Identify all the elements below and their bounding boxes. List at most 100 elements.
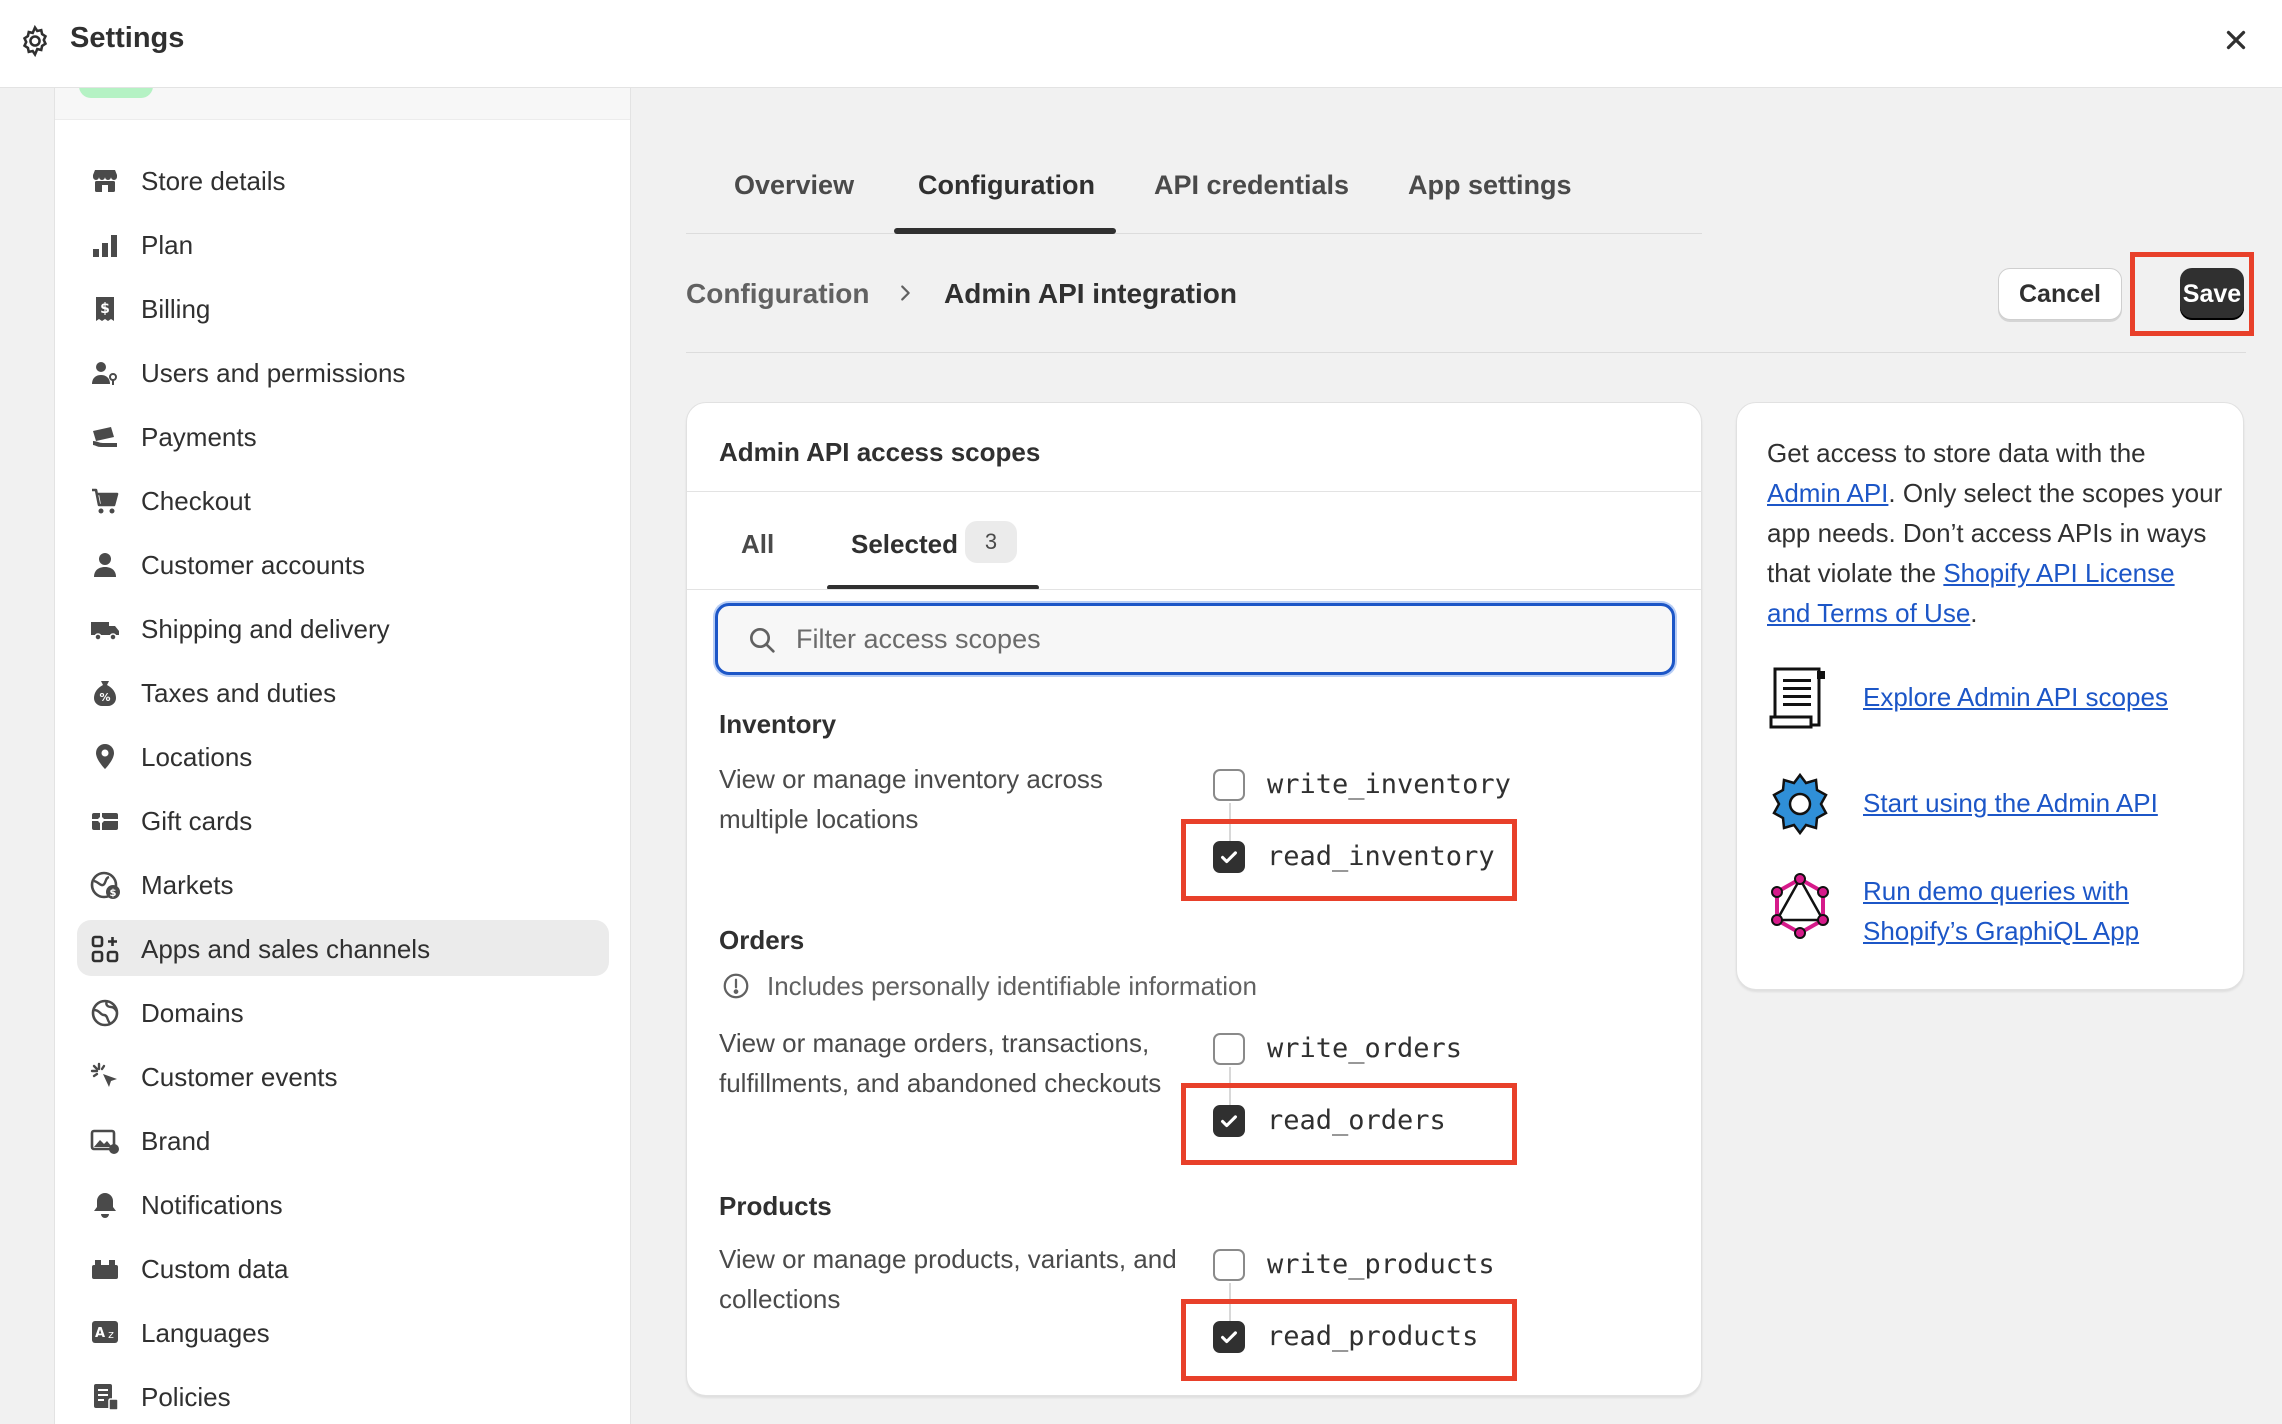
sidebar-item-label: Notifications	[141, 1190, 283, 1220]
payments-icon	[93, 427, 117, 447]
settings-header: Settings	[0, 0, 2282, 88]
sidebar-item-label: Customer accounts	[141, 550, 365, 580]
scope-name: write_products	[1267, 1249, 1495, 1280]
globe-icon	[91, 999, 119, 1027]
section-desc-orders: View or manage orders, transactions, ful…	[719, 1028, 1162, 1098]
globe-dollar-icon: $	[90, 871, 120, 899]
sidebar-item-label: Gift cards	[141, 806, 253, 836]
breadcrumb-current: Admin API integration	[944, 278, 1237, 309]
sidebar-item-label: Brand	[141, 1126, 211, 1156]
breadcrumb-parent-link[interactable]: Configuration	[686, 278, 870, 310]
section-title-inventory: Inventory	[719, 709, 837, 739]
help-card: Get access to store data with the Admin …	[1736, 402, 2244, 990]
help-link-row: Run demo queries with Shopify’s GraphiQL…	[1767, 873, 2227, 953]
sidebar-item-apps-and-sales-channels[interactable]: Apps and sales channels	[77, 920, 609, 976]
help-link-row: Start using the Admin API	[1767, 771, 2227, 841]
sidebar-item-custom-data[interactable]: Custom data	[77, 1240, 609, 1296]
checkbox-write-products[interactable]	[1213, 1249, 1245, 1281]
svg-text:%: %	[99, 691, 110, 704]
alert-circle-icon	[723, 973, 749, 999]
sidebar-item-plan[interactable]: Plan	[77, 216, 609, 272]
gift-card-icon	[92, 813, 118, 830]
read-products-highlight-box	[1181, 1299, 1517, 1381]
sidebar-item-payments[interactable]: Payments	[77, 408, 609, 464]
sidebar-item-brand[interactable]: Brand	[77, 1112, 609, 1168]
checkbox-write-inventory[interactable]	[1213, 769, 1245, 801]
location-icon	[96, 744, 114, 769]
close-icon[interactable]	[2218, 22, 2254, 58]
sidebar-item-label: Plan	[141, 230, 194, 260]
sidebar-item-billing[interactable]: $ Billing	[77, 280, 609, 336]
sidebar-item-markets[interactable]: $ Markets	[77, 856, 609, 912]
person-icon	[94, 553, 116, 577]
card-title: Admin API access scopes	[719, 437, 1041, 467]
sidebar-item-label: Shipping and delivery	[141, 614, 390, 644]
sidebar-item-checkout[interactable]: Checkout	[77, 472, 609, 528]
filter-scopes-input[interactable]	[796, 616, 1656, 662]
sidebar-item-locations[interactable]: Locations	[77, 728, 609, 784]
sidebar-item-label: Custom data	[141, 1254, 289, 1284]
sidebar-item-label: Domains	[141, 998, 244, 1028]
chevron-right-icon	[901, 285, 910, 301]
sidebar-item-users-and-permissions[interactable]: Users and permissions	[77, 344, 609, 400]
page-title: Settings	[70, 22, 185, 54]
help-text-part: .	[1970, 598, 1978, 628]
sidebar-item-label: Policies	[141, 1382, 231, 1412]
scope-name: write_inventory	[1267, 769, 1511, 800]
app-tabs: Overview Configuration API credentials A…	[686, 150, 1702, 234]
tab-overview[interactable]: Overview	[734, 170, 854, 201]
settings-sidebar: Store details Plan $ Billing Users and permi…	[54, 88, 631, 1424]
help-link-row: Explore Admin API scopes	[1767, 665, 2227, 735]
svg-text:$: $	[110, 888, 117, 899]
pii-note-text: Includes personally identifiable informa…	[767, 971, 1257, 1001]
blue-gear-icon	[1772, 772, 1828, 836]
section-desc-products: View or manage products, variants, and c…	[719, 1244, 1177, 1314]
sidebar-item-gift-cards[interactable]: Gift cards	[77, 792, 609, 848]
start-admin-api-link[interactable]: Start using the Admin API	[1863, 783, 2223, 823]
language-icon: Az	[92, 1321, 118, 1343]
filter-scopes-search	[715, 603, 1675, 675]
status-pill	[79, 88, 153, 98]
header-divider	[686, 352, 2246, 353]
sidebar-item-label: Locations	[141, 742, 253, 772]
sidebar-item-label: Taxes and duties	[141, 678, 337, 708]
sidebar-item-label: Checkout	[141, 486, 251, 516]
checkbox-write-orders[interactable]	[1213, 1033, 1245, 1065]
cancel-button[interactable]: Cancel	[1998, 268, 2122, 320]
explore-scopes-link[interactable]: Explore Admin API scopes	[1863, 677, 2223, 717]
svg-text:$: $	[100, 301, 110, 317]
read-orders-highlight-box	[1181, 1083, 1517, 1165]
sidebar-item-customer-accounts[interactable]: Customer accounts	[77, 536, 609, 592]
sidebar-item-domains[interactable]: Domains	[77, 984, 609, 1040]
sidebar-item-store-details[interactable]: Store details	[77, 152, 609, 208]
cart-icon	[92, 488, 119, 514]
sidebar-item-policies[interactable]: Policies	[77, 1368, 609, 1424]
svg-text:A: A	[95, 1326, 105, 1341]
cursor-click-icon	[90, 1062, 117, 1087]
sidebar-item-taxes-and-duties[interactable]: % Taxes and duties	[77, 664, 609, 720]
tab-app-settings[interactable]: App settings	[1408, 170, 1572, 201]
tab-api-credentials[interactable]: API credentials	[1154, 170, 1349, 201]
read-inventory-highlight-box	[1181, 819, 1517, 901]
sidebar-item-label: Users and permissions	[141, 358, 406, 388]
save-highlight-box	[2130, 252, 2254, 336]
svg-text:z: z	[108, 1328, 114, 1341]
admin-api-link[interactable]: Admin API	[1767, 478, 1888, 508]
tab-all-scopes[interactable]: All	[741, 529, 774, 560]
tab-configuration[interactable]: Configuration	[918, 170, 1095, 201]
graphiql-demo-link[interactable]: Run demo queries with Shopify’s GraphiQL…	[1863, 871, 2223, 951]
active-tab-indicator	[894, 228, 1116, 234]
tab-selected-scopes[interactable]: Selected	[851, 529, 958, 560]
help-text-part: Get access to store data with the	[1767, 438, 2146, 468]
sidebar-item-label: Languages	[141, 1318, 270, 1348]
users-icon	[92, 362, 117, 385]
tax-icon: %	[94, 681, 116, 706]
sidebar-item-languages[interactable]: Az Languages	[77, 1304, 609, 1360]
apps-icon	[91, 935, 119, 963]
section-title-products: Products	[719, 1191, 832, 1221]
sidebar-item-customer-events[interactable]: Customer events	[77, 1048, 609, 1104]
access-scopes-card: Admin API access scopes All Selected 3 I…	[686, 402, 1702, 1396]
sidebar-item-shipping-and-delivery[interactable]: Shipping and delivery	[77, 600, 609, 656]
sidebar-item-notifications[interactable]: Notifications	[77, 1176, 609, 1232]
sidebar-item-label: Markets	[141, 870, 234, 900]
